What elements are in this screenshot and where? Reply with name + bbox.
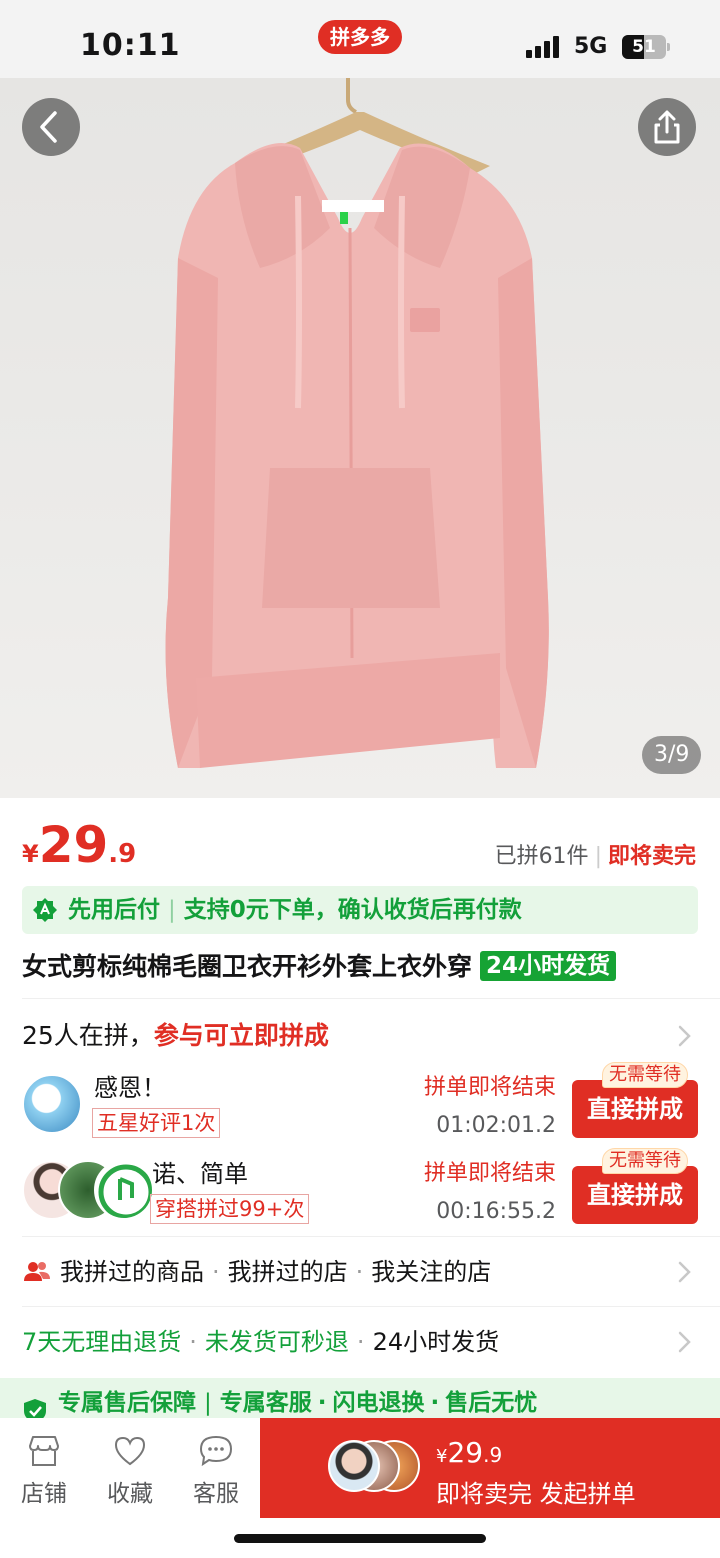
chat-icon bbox=[199, 1435, 233, 1467]
pay-later-desc: 支持0元下单，确认收货后再付款 bbox=[183, 897, 522, 923]
price-integer: 29 bbox=[38, 816, 109, 874]
share-button[interactable] bbox=[638, 98, 696, 156]
dot-separator: · bbox=[317, 1390, 327, 1416]
service-promise-row[interactable]: 7天无理由退货 · 未发货可秒退 · 24小时发货 bbox=[22, 1314, 698, 1370]
share-icon bbox=[654, 110, 680, 144]
avatar bbox=[22, 1074, 82, 1134]
status-bar: 10:11 拼多多 5G 51 bbox=[0, 0, 720, 78]
favorite-label: 收藏 bbox=[107, 1481, 153, 1507]
dot-separator: · bbox=[355, 1258, 364, 1286]
gallery-page-indicator: 3/9 bbox=[642, 736, 702, 774]
pay-later-title: 先用后付 bbox=[68, 897, 160, 923]
chevron-right-icon bbox=[678, 1261, 691, 1283]
status-time: 10:11 bbox=[80, 28, 181, 63]
buy-price-integer: 29 bbox=[447, 1436, 484, 1469]
store-label: 店铺 bbox=[21, 1481, 67, 1507]
guarantee-item: 专属客服 bbox=[219, 1390, 312, 1416]
store-icon bbox=[29, 1436, 59, 1466]
my-followed-stores-link[interactable]: 我关注的店 bbox=[371, 1258, 491, 1286]
guarantee-item: 闪电退换 bbox=[332, 1390, 425, 1416]
divider bbox=[22, 1306, 720, 1307]
divider bbox=[22, 998, 720, 999]
start-group-label: 发起拼单 bbox=[539, 1480, 636, 1508]
customer-service-label: 客服 bbox=[193, 1481, 239, 1507]
divider bbox=[22, 1236, 720, 1237]
product-title: 女式剪标纯棉毛圈卫衣开衫外套上衣外穿 bbox=[22, 952, 473, 981]
signal-icon bbox=[526, 34, 564, 58]
avatar bbox=[94, 1160, 154, 1220]
leader-tag: 五星好评1次 bbox=[92, 1108, 221, 1138]
price-currency: ¥ bbox=[22, 840, 39, 868]
join-group-button[interactable]: 直接拼成 bbox=[572, 1080, 698, 1138]
group-row[interactable]: 感恩！ 五星好评1次 拼单即将结束 01:02:01.2 直接拼成 无需等待 bbox=[22, 1062, 698, 1152]
return-policy: 7天无理由退货 bbox=[22, 1328, 182, 1356]
chevron-right-icon bbox=[678, 1025, 691, 1047]
group-countdown: 00:16:55.2 bbox=[436, 1199, 556, 1224]
dot-separator: · bbox=[356, 1328, 365, 1356]
product-price: ¥29.9 bbox=[22, 816, 136, 874]
back-button[interactable] bbox=[22, 98, 80, 156]
dot-separator: · bbox=[430, 1390, 440, 1416]
start-group-buy-button[interactable]: ¥29.9 即将卖完 发起拼单 bbox=[260, 1418, 720, 1518]
dot-separator: · bbox=[189, 1328, 197, 1356]
group-leader-name: 感恩！ bbox=[94, 1074, 166, 1102]
buy-status: 即将卖完 bbox=[436, 1480, 532, 1508]
customer-service-button[interactable]: 客服 bbox=[178, 1428, 254, 1518]
guarantee-item: 售后无忧 bbox=[445, 1390, 538, 1416]
battery-icon: 51 bbox=[622, 35, 670, 59]
sales-info: 已拼61件 | 即将卖完 bbox=[495, 838, 696, 870]
buy-price-decimal: .9 bbox=[483, 1443, 503, 1467]
no-wait-badge: 无需等待 bbox=[602, 1062, 688, 1088]
buyer-avatars bbox=[328, 1440, 428, 1496]
store-button[interactable]: 店铺 bbox=[6, 1428, 82, 1518]
pay-later-badge-icon bbox=[33, 898, 57, 922]
heart-icon bbox=[114, 1436, 146, 1466]
group-leader-name: 诺、简单 bbox=[152, 1160, 248, 1188]
my-purchased-stores-link[interactable]: 我拼过的店 bbox=[228, 1258, 348, 1286]
no-wait-badge: 无需等待 bbox=[602, 1148, 688, 1174]
stock-status: 即将卖完 bbox=[607, 844, 696, 869]
price-decimal: .9 bbox=[108, 839, 137, 869]
my-purchased-items-link[interactable]: 我拼过的商品 bbox=[60, 1258, 204, 1286]
leader-tag: 穿搭拼过99+次 bbox=[150, 1194, 310, 1224]
group-ending-label: 拼单即将结束 bbox=[423, 1161, 556, 1186]
product-title-row: 女式剪标纯棉毛圈卫衣开衫外套上衣外穿 24小时发货 bbox=[22, 948, 702, 986]
product-photo bbox=[165, 78, 549, 768]
battery-level: 51 bbox=[632, 37, 656, 57]
pay-later-banner[interactable]: 先用后付 | 支持0元下单，确认收货后再付款 bbox=[22, 886, 698, 934]
app-badge: 拼多多 bbox=[318, 20, 402, 54]
group-countdown: 01:02:01.2 bbox=[436, 1113, 556, 1138]
group-count: 25人在拼， bbox=[22, 1021, 154, 1050]
price-row: ¥29.9 已拼61件 | 即将卖完 bbox=[0, 798, 720, 882]
pay-later-separator: | bbox=[168, 897, 176, 923]
group-cta: 参与可立即拼成 bbox=[153, 1021, 329, 1050]
my-history-row[interactable]: 我拼过的商品 · 我拼过的店 · 我关注的店 bbox=[22, 1244, 698, 1300]
home-indicator[interactable] bbox=[234, 1534, 486, 1543]
guarantee-separator: | bbox=[204, 1390, 212, 1416]
network-label: 5G bbox=[574, 34, 608, 59]
buy-price: ¥29.9 bbox=[436, 1436, 502, 1469]
group-buy-header[interactable]: 25人在拼，参与可立即拼成 bbox=[22, 1016, 698, 1056]
users-icon bbox=[24, 1262, 50, 1281]
group-ending-label: 拼单即将结束 bbox=[423, 1075, 556, 1100]
buy-label: 即将卖完 发起拼单 bbox=[436, 1474, 636, 1509]
buy-price-currency: ¥ bbox=[436, 1446, 448, 1467]
instant-refund: 未发货可秒退 bbox=[204, 1328, 349, 1356]
shipping-badge: 24小时发货 bbox=[480, 951, 617, 981]
sold-count: 已拼61件 bbox=[494, 844, 589, 869]
sales-separator: | bbox=[594, 844, 602, 869]
avatar bbox=[328, 1440, 380, 1492]
chevron-left-icon bbox=[40, 111, 57, 143]
group-row[interactable]: 诺、简单 穿搭拼过99+次 拼单即将结束 00:16:55.2 直接拼成 无需等… bbox=[22, 1148, 698, 1238]
shipping-promise: 24小时发货 bbox=[372, 1328, 500, 1356]
favorite-button[interactable]: 收藏 bbox=[92, 1428, 168, 1518]
product-image-gallery[interactable]: 3/9 bbox=[0, 78, 720, 798]
chevron-right-icon bbox=[678, 1331, 691, 1353]
guarantee-title: 专属售后保障 bbox=[58, 1390, 196, 1416]
join-group-button[interactable]: 直接拼成 bbox=[572, 1166, 698, 1224]
dot-separator: · bbox=[212, 1258, 220, 1286]
